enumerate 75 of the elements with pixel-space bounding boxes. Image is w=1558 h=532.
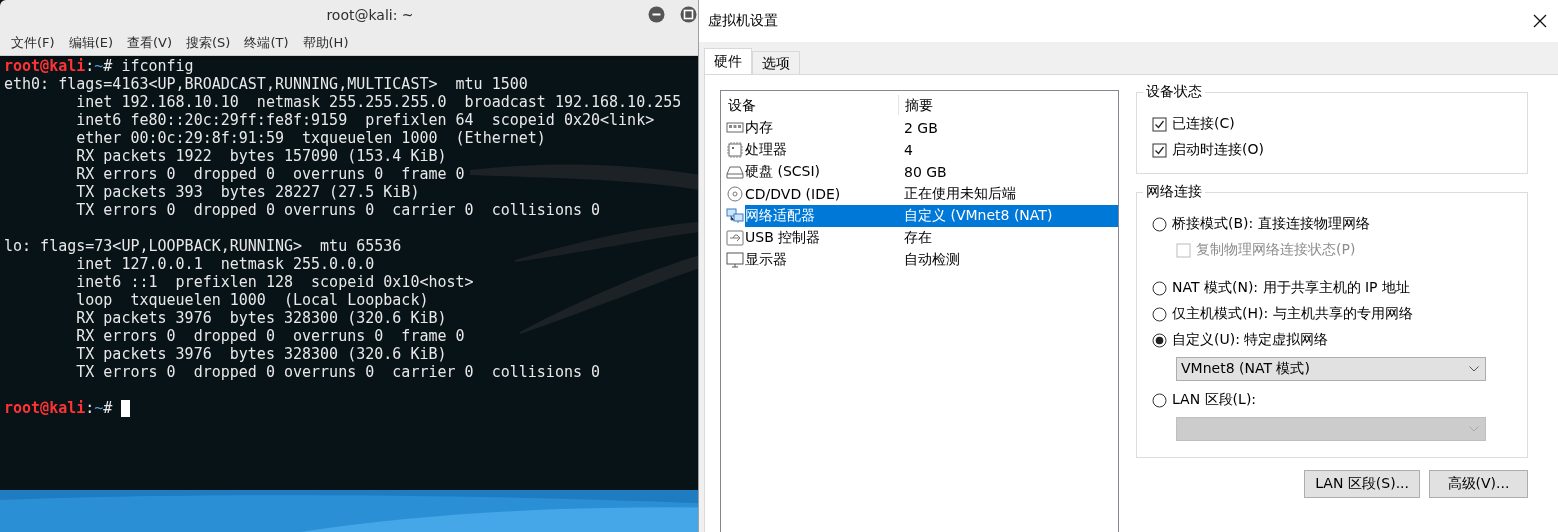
menu-item[interactable]: 终端(T) xyxy=(237,33,296,52)
chevron-down-icon xyxy=(1469,366,1479,372)
table-row[interactable]: 网络适配器 自定义 (VMnet8 (NAT) xyxy=(745,205,1118,227)
button[interactable]: 高级(V)... xyxy=(1429,470,1528,498)
radio-button[interactable]: 桥接模式(B): 直接连接物理网络 xyxy=(1152,211,1512,237)
maximize-icon[interactable] xyxy=(680,6,697,23)
terminal-line: TX errors 0 dropped 0 overruns 0 carrier 0 collisions 0 xyxy=(75,363,601,381)
network-icon xyxy=(726,208,744,224)
group-title: 网络连接 xyxy=(1143,183,1205,201)
checkbox: 复制物理网络连接状态(P) xyxy=(1176,237,1512,263)
disc-icon xyxy=(726,186,744,202)
monitor-icon xyxy=(726,252,744,268)
terminal-line: TX packets 393 bytes 28227 (27.5 KiB) xyxy=(75,183,420,201)
window-title: root@kali: ~ xyxy=(326,7,414,23)
window-title: 虚拟机设置 xyxy=(708,12,778,30)
terminal-line: RX errors 0 dropped 0 overruns 0 frame 0 xyxy=(75,165,465,183)
column-header[interactable]: 设备 xyxy=(722,95,899,115)
menu-item[interactable]: 搜索(S) xyxy=(179,33,238,52)
chevron-down-icon xyxy=(1469,426,1479,432)
terminal-line: RX errors 0 dropped 0 overruns 0 frame 0 xyxy=(75,327,465,345)
table-cell-text: 正在使用未知后端 xyxy=(903,185,1016,203)
table-cell-text: 2 GB xyxy=(903,120,938,136)
radio-button[interactable]: 仅主机模式(H): 与主机共享的专用网络 xyxy=(1152,301,1512,327)
table-cell-text: 存在 xyxy=(903,229,932,247)
table-cell-text: CD/DVD (IDE) xyxy=(745,186,842,202)
table-cell-text: 处理器 xyxy=(745,141,788,159)
close-icon[interactable] xyxy=(1533,14,1547,28)
menu-item[interactable]: 文件(F) xyxy=(4,33,62,52)
table-row[interactable]: 硬盘 (SCSI) 80 GB xyxy=(745,161,1118,183)
terminal-line: TX errors 0 dropped 0 overruns 0 carrier 0 collisions 0 xyxy=(75,201,601,219)
table-row[interactable]: USB 控制器 存在 xyxy=(745,227,1118,249)
table-row[interactable]: 显示器 自动检测 xyxy=(745,249,1118,271)
menu-item[interactable]: 编辑(E) xyxy=(61,33,120,52)
tab[interactable]: 选项 xyxy=(752,51,800,74)
table-cell-text: 硬盘 (SCSI) xyxy=(745,163,822,181)
memory-icon xyxy=(726,120,744,136)
radio-button[interactable]: LAN 区段(L): xyxy=(1152,387,1512,413)
table-row[interactable]: CD/DVD (IDE) 正在使用未知后端 xyxy=(745,183,1118,205)
minimize-icon[interactable] xyxy=(648,6,665,23)
dropdown[interactable]: VMnet8 (NAT 模式) xyxy=(1176,357,1486,381)
usb-icon xyxy=(726,230,744,246)
table-row[interactable]: 内存 2 GB xyxy=(745,117,1118,139)
group-title: 设备状态 xyxy=(1143,83,1205,101)
checkbox[interactable]: 启动时连接(O) xyxy=(1152,137,1512,163)
table-cell-text: 自动检测 xyxy=(903,251,960,269)
terminal-line: root@kali:~# ifconfig xyxy=(4,57,194,75)
menu-item[interactable]: 查看(V) xyxy=(120,33,180,52)
terminal-line: TX packets 3976 bytes 328300 (320.6 KiB) xyxy=(75,345,447,363)
terminal-line: lo: flags=73<UP,LOOPBACK,RUNNING> mtu 65536 xyxy=(4,237,402,255)
table-cell-text: 80 GB xyxy=(903,164,947,180)
chip-icon xyxy=(726,142,744,158)
terminal-line: ether 00:0c:29:8f:91:59 txqueuelen 1000 (Ethernet) xyxy=(75,129,546,147)
checkbox[interactable]: 已连接(C) xyxy=(1152,111,1512,137)
terminal-line: RX packets 3976 bytes 328300 (320.6 KiB) xyxy=(75,309,447,327)
terminal-line: inet6 fe80::20c:29ff:fe8f:9159 prefixlen 64 scopeid 0x20<link> xyxy=(75,111,655,129)
table-row[interactable]: 处理器 4 xyxy=(745,139,1118,161)
table-cell-text: 显示器 xyxy=(745,251,788,269)
terminal-line: loop txqueuelen 1000 (Local Loopback) xyxy=(75,291,429,309)
menu-item[interactable]: 帮助(H) xyxy=(295,33,356,52)
table-cell-text: 自定义 (VMnet8 (NAT) xyxy=(903,207,1053,225)
radio-button[interactable]: 自定义(U): 特定虚拟网络 xyxy=(1152,327,1512,353)
table-cell-text: 4 xyxy=(903,142,913,158)
column-header[interactable]: 摘要 xyxy=(899,95,933,115)
terminal-line: inet6 ::1 prefixlen 128 scopeid 0x10<host> xyxy=(75,273,474,291)
terminal-line: root@kali:~# xyxy=(4,399,113,417)
tab[interactable]: 硬件 xyxy=(704,48,752,74)
terminal-line: eth0: flags=4163<UP,BROADCAST,RUNNING,MULTICAST> mtu 1500 xyxy=(4,75,528,93)
radio-button[interactable]: NAT 模式(N): 用于共享主机的 IP 地址 xyxy=(1152,275,1512,301)
button[interactable]: LAN 区段(S)... xyxy=(1304,470,1420,498)
terminal-line: inet 192.168.10.10 netmask 255.255.255.0 broadcast 192.168.10.255 xyxy=(75,93,682,111)
table-cell-text: USB 控制器 xyxy=(745,229,822,247)
terminal-line: RX packets 1922 bytes 157090 (153.4 KiB) xyxy=(75,147,447,165)
table-cell-text: 网络适配器 xyxy=(745,207,816,225)
table-cell-text: 内存 xyxy=(745,119,774,137)
terminal-line: inet 127.0.0.1 netmask 255.0.0.0 xyxy=(75,255,375,273)
